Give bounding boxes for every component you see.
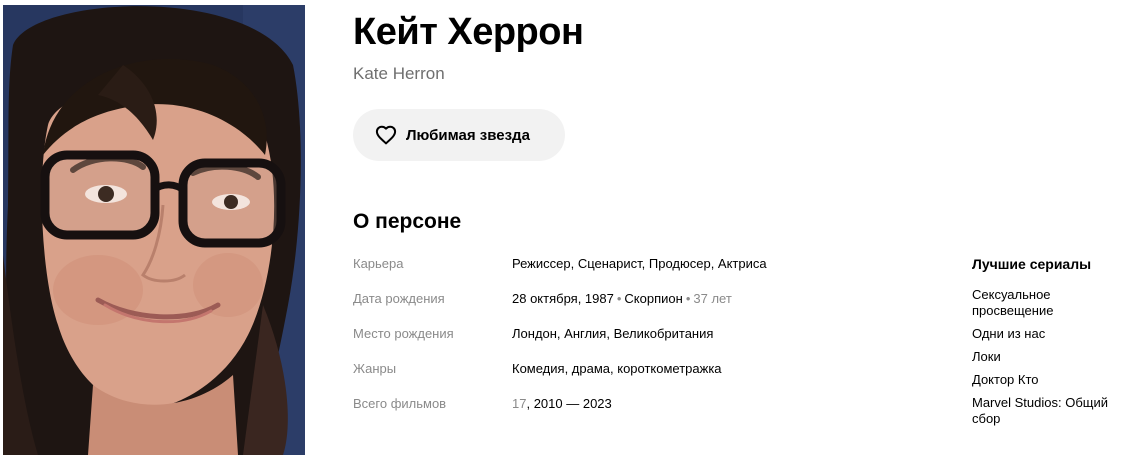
best-series-item[interactable]: Локи — [972, 349, 1132, 365]
films-count-link[interactable]: 17 — [512, 396, 526, 411]
favorite-star-label: Любимая звезда — [406, 126, 530, 144]
info-key: Всего фильмов — [353, 396, 447, 411]
info-key: Место рождения — [353, 326, 454, 341]
info-row-birthplace: Место рождения Лондон, Англия, Великобри… — [353, 323, 913, 358]
info-value-genres: Комедия, драма, короткометражка — [512, 361, 722, 376]
about-section-title: О персоне — [353, 210, 462, 233]
best-series-item[interactable]: Marvel Studios: Общий сбор — [972, 395, 1132, 427]
person-photo — [3, 5, 305, 455]
age-text: 37 лет — [693, 291, 732, 306]
info-value-total-films: 17, 2010 — 2023 — [512, 393, 612, 415]
zodiac-link[interactable]: Скорпион — [624, 291, 682, 306]
heart-outline-icon — [375, 125, 397, 145]
info-value-career[interactable]: Режиссер, Сценарист, Продюсер, Актриса — [512, 253, 767, 275]
person-original-name: Kate Herron — [353, 64, 445, 83]
info-key: Дата рождения — [353, 291, 445, 306]
films-years: , 2010 — 2023 — [526, 396, 612, 411]
info-row-genres: Жанры Комедия, драма, короткометражка — [353, 358, 913, 393]
best-series-title: Лучшие сериалы — [972, 256, 1092, 272]
best-series-item[interactable]: Одни из нас — [972, 326, 1132, 342]
best-series-list: Сексуальное просвещение Одни из нас Локи… — [972, 287, 1132, 427]
info-row-total-films: Всего фильмов 17, 2010 — 2023 — [353, 393, 913, 428]
separator-dot: • — [616, 291, 622, 306]
separator-dot: • — [685, 291, 691, 306]
info-value-birthdate: 28 октября, 1987 • Скорпион • 37 лет — [512, 288, 732, 310]
info-row-birthdate: Дата рождения 28 октября, 1987 • Скорпион •… — [353, 288, 913, 323]
info-key: Жанры — [353, 361, 397, 376]
birth-date-link[interactable]: 28 октября, 1987 — [512, 291, 614, 306]
info-key: Карьера — [353, 256, 404, 271]
favorite-star-button[interactable]: Любимая звезда — [353, 109, 565, 161]
info-value-birthplace[interactable]: Лондон, Англия, Великобритания — [512, 323, 713, 345]
best-series-panel: Лучшие сериалы Сексуальное просвещение О… — [972, 255, 1132, 434]
person-name: Кейт Херрон — [353, 11, 584, 53]
person-info-table: Карьера Режиссер, Сценарист, Продюсер, А… — [353, 253, 913, 428]
info-row-career: Карьера Режиссер, Сценарист, Продюсер, А… — [353, 253, 913, 288]
best-series-item[interactable]: Доктор Кто — [972, 372, 1132, 388]
best-series-item[interactable]: Сексуальное просвещение — [972, 287, 1132, 319]
